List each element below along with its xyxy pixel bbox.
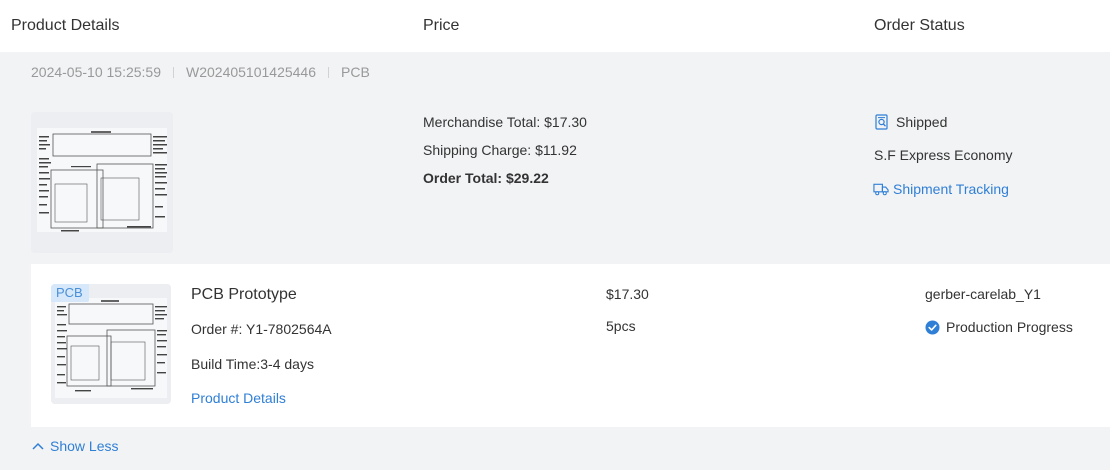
pcb-drawing-image [31,112,173,253]
product-type-badge: PCB [51,284,89,302]
item-file-name: gerber-carelab_Y1 [925,286,1041,302]
item-price: $17.30 [606,286,649,302]
divider [173,66,174,78]
column-header-status: Order Status [874,17,965,34]
chevron-up-icon [32,442,44,450]
pcb-drawing-image [51,284,171,404]
item-pcb-thumbnail[interactable]: PCB [51,284,171,404]
show-less-label[interactable]: Show Less [50,438,118,454]
column-header-product: Product Details [11,17,120,34]
order-total: Order Total: $29.22 [423,170,549,186]
order-type: PCB [341,64,370,80]
item-order-number: Order #: Y1-7802564A [191,321,332,337]
item-quantity: 5pcs [606,318,636,334]
product-details-link[interactable]: Product Details [191,390,286,406]
item-title: PCB Prototype [191,286,297,303]
status-text: Shipped [896,114,948,130]
order-status: Shipped [874,114,947,130]
magnifier-document-icon [874,114,890,130]
merchandise-total: Merchandise Total: $17.30 [423,114,587,130]
item-build-time: Build Time:3-4 days [191,356,314,372]
shipment-tracking-link[interactable]: Shipment Tracking [873,181,1009,197]
truck-icon [873,181,889,197]
show-less-button[interactable]: Show Less [32,438,118,454]
shipping-charge: Shipping Charge: $11.92 [423,142,577,158]
order-date: 2024-05-10 15:25:59 [31,64,161,80]
shipment-tracking-label[interactable]: Shipment Tracking [893,181,1009,197]
production-progress-label[interactable]: Production Progress [946,319,1073,335]
column-header-price: Price [423,17,460,34]
order-number: W202405101425446 [186,64,317,80]
check-circle-icon [925,320,940,335]
order-pcb-thumbnail[interactable] [31,112,173,253]
divider [328,66,330,78]
carrier-name: S.F Express Economy [874,147,1013,163]
order-meta: 2024-05-10 15:25:59 W202405101425446 PCB [31,64,370,80]
production-progress-link[interactable]: Production Progress [925,319,1073,335]
